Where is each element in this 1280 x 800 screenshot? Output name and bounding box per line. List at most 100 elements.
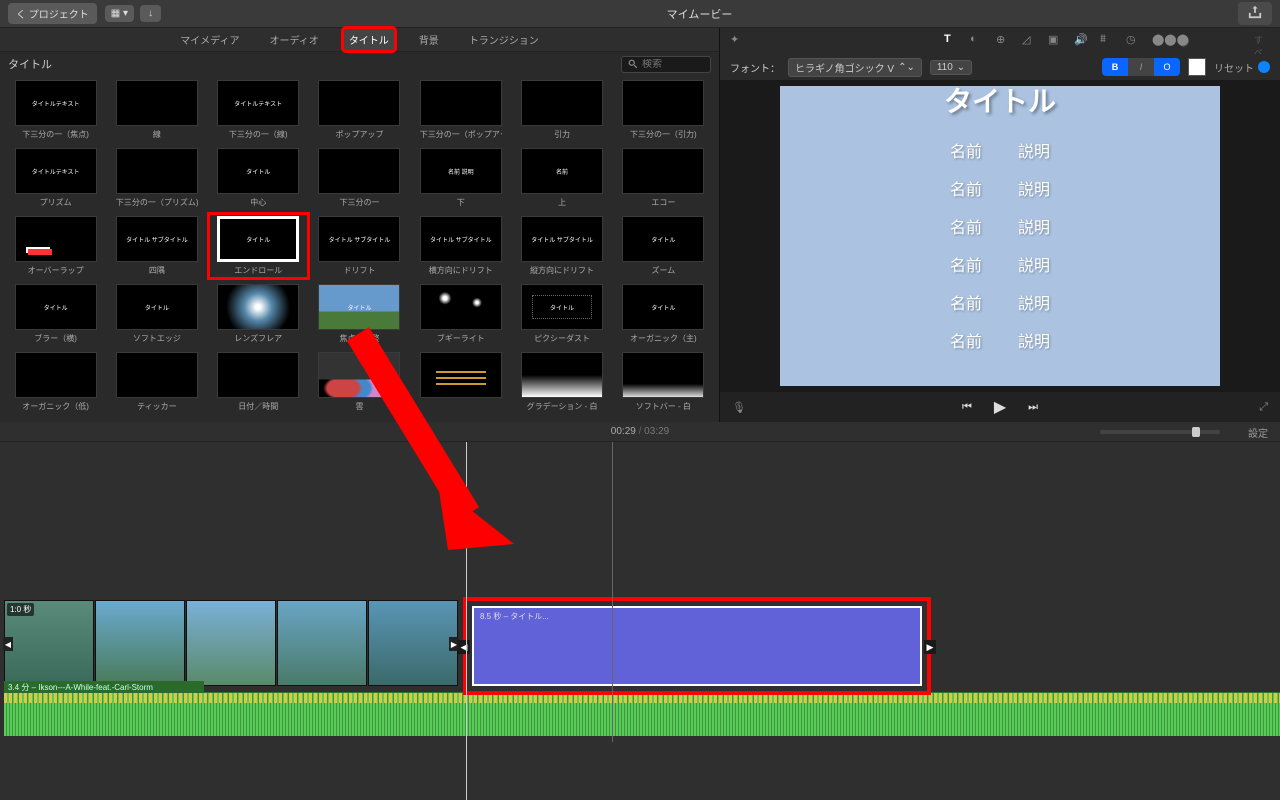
- playhead[interactable]: [466, 442, 467, 800]
- title-thumb-label: オーガニック（低): [22, 401, 89, 412]
- preview-viewer[interactable]: タイトル 名前説明名前説明名前説明名前説明名前説明名前説明: [720, 80, 1280, 392]
- media-tab-2[interactable]: タイトル: [343, 28, 395, 51]
- video-clip[interactable]: [95, 600, 185, 686]
- video-clip[interactable]: 1:0 秒 ◀: [4, 600, 94, 686]
- font-select[interactable]: ヒラギノ角ゴシック V⌃⌄: [788, 58, 922, 77]
- title-thumb-label: ソフトエッジ: [133, 333, 181, 344]
- video-clip[interactable]: [186, 600, 276, 686]
- audio-clip-label: 3.4 分 – Ikson---A-While-feat.-Carl-Storm: [4, 681, 204, 693]
- prev-button[interactable]: ⏮: [962, 401, 972, 414]
- title-thumb[interactable]: タイトルソフトエッジ: [109, 284, 204, 344]
- title-thumb-label: 下: [457, 197, 465, 208]
- title-thumb[interactable]: タイトルオーガニック（主): [616, 284, 711, 344]
- share-button[interactable]: [1238, 2, 1272, 25]
- font-size-select[interactable]: 110⌄: [930, 60, 972, 75]
- title-thumb-label: 日付／時間: [238, 401, 278, 412]
- zoom-slider[interactable]: [1100, 430, 1220, 434]
- media-tab-0[interactable]: マイメディア: [174, 28, 245, 51]
- title-thumb-label: 下三分の一（プリズム): [116, 197, 198, 208]
- timeline-settings[interactable]: 設定: [1248, 425, 1268, 440]
- voiceover-icon[interactable]: 🎙: [732, 401, 746, 414]
- credit-row: 名前説明: [950, 290, 1050, 314]
- search-input[interactable]: [642, 59, 702, 70]
- text-icon[interactable]: T: [944, 33, 960, 49]
- title-thumb[interactable]: グラデーション - 白: [514, 352, 609, 412]
- video-clip[interactable]: ▶: [368, 600, 458, 686]
- title-thumb[interactable]: タイトル サブタイトル四隅: [109, 216, 204, 276]
- video-clip[interactable]: [277, 600, 367, 686]
- fullscreen-icon[interactable]: ⤢: [1259, 401, 1268, 414]
- title-thumb[interactable]: オーバーラップ: [8, 216, 103, 276]
- title-thumb-label: ドリフト: [343, 265, 375, 276]
- info-icon[interactable]: ⓘ: [1178, 33, 1194, 49]
- title-clip[interactable]: 8.5 秒 – タイトル...: [472, 606, 922, 686]
- title-thumb[interactable]: タイトル サブタイトル横方向にドリフト: [413, 216, 508, 276]
- title-thumb[interactable]: ティッカー: [109, 352, 204, 412]
- title-thumb[interactable]: タイトルピクシーダスト: [514, 284, 609, 344]
- title-thumb[interactable]: タイトル サブタイトル縦方向にドリフト: [514, 216, 609, 276]
- play-button[interactable]: ▶: [994, 397, 1006, 417]
- speed-icon[interactable]: ◷: [1126, 33, 1142, 49]
- volume-icon[interactable]: 🔊: [1074, 33, 1090, 49]
- clip-handle-left[interactable]: ◀: [458, 640, 470, 654]
- title-thumb[interactable]: 下三分の一（プリズム): [109, 148, 204, 208]
- bold-button[interactable]: B: [1102, 58, 1128, 76]
- library-toggle[interactable]: ▦ ▾: [105, 5, 134, 22]
- reset-button[interactable]: リセット: [1214, 60, 1270, 75]
- title-thumb[interactable]: 引力: [514, 80, 609, 140]
- import-button[interactable]: ↓: [140, 5, 161, 22]
- title-thumb[interactable]: エコー: [616, 148, 711, 208]
- title-thumb[interactable]: 下三分の一: [312, 148, 407, 208]
- title-thumb[interactable]: [413, 352, 508, 412]
- outline-button[interactable]: O: [1154, 58, 1180, 76]
- title-thumb[interactable]: タイトル焦点を調整: [312, 284, 407, 344]
- title-thumb[interactable]: 線: [109, 80, 204, 140]
- title-thumb[interactable]: ブギーライト: [413, 284, 508, 344]
- title-thumb[interactable]: タイトルエンドロール: [211, 216, 306, 276]
- title-thumb[interactable]: レンズフレア: [211, 284, 306, 344]
- title-thumb[interactable]: タイトル中心: [211, 148, 306, 208]
- color-balance-icon[interactable]: ◐: [970, 33, 986, 49]
- title-thumb[interactable]: タイトルテキスト下三分の一（焦点): [8, 80, 103, 140]
- title-thumb[interactable]: ポップアップ: [312, 80, 407, 140]
- title-thumb[interactable]: 名前上: [514, 148, 609, 208]
- title-thumb-label: ティッカー: [137, 401, 177, 412]
- title-thumb[interactable]: 日付／時間: [211, 352, 306, 412]
- title-thumb[interactable]: 名前 説明下: [413, 148, 508, 208]
- search-box[interactable]: [621, 56, 711, 73]
- audio-track[interactable]: 3.4 分 – Ikson---A-While-feat.-Carl-Storm: [4, 692, 1280, 736]
- title-thumb-label: 引力: [554, 129, 570, 140]
- title-thumb[interactable]: 下三分の一（引力): [616, 80, 711, 140]
- crop-icon[interactable]: ◿: [1022, 33, 1038, 49]
- color-swatch[interactable]: [1188, 58, 1206, 76]
- title-thumb-label: 線: [153, 129, 161, 140]
- media-tab-1[interactable]: オーディオ: [264, 28, 325, 51]
- credit-row: 名前説明: [950, 252, 1050, 276]
- color-correction-icon[interactable]: ⊕: [996, 33, 1012, 49]
- title-thumb-label: オーバーラップ: [28, 265, 84, 276]
- title-thumb-label: オーガニック（主): [630, 333, 697, 344]
- stabilize-icon[interactable]: ▣: [1048, 33, 1064, 49]
- title-thumb[interactable]: 下三分の一（ポップアップ): [413, 80, 508, 140]
- next-button[interactable]: ⏭: [1028, 401, 1038, 414]
- title-thumb[interactable]: タイトルテキスト下三分の一（線): [211, 80, 306, 140]
- title-thumb[interactable]: ソフトバー - 白: [616, 352, 711, 412]
- title-thumb[interactable]: タイトルブラー（横): [8, 284, 103, 344]
- title-thumb[interactable]: タイトルズーム: [616, 216, 711, 276]
- media-tab-3[interactable]: 背景: [413, 28, 445, 51]
- title-thumb[interactable]: タイトル サブタイトルドリフト: [312, 216, 407, 276]
- title-thumb[interactable]: タイトルテキストプリズム: [8, 148, 103, 208]
- media-tab-4[interactable]: トランジション: [463, 28, 545, 51]
- back-button[interactable]: く プロジェクト: [8, 3, 97, 24]
- filter-icon[interactable]: ⬤⬤⬤: [1152, 33, 1168, 49]
- italic-button[interactable]: I: [1128, 58, 1154, 76]
- magic-wand-icon[interactable]: ✦: [730, 33, 746, 49]
- title-thumb-label: ソフトバー - 白: [636, 401, 691, 412]
- clip-handle-right[interactable]: ▶: [924, 640, 936, 654]
- title-clip-highlight: 8.5 秒 – タイトル... ◀ ▶: [466, 600, 928, 692]
- title-thumb[interactable]: オーガニック（低): [8, 352, 103, 412]
- title-thumb-label: 下三分の一（焦点): [22, 129, 89, 140]
- title-thumb[interactable]: 雲: [312, 352, 407, 412]
- video-track[interactable]: 1:0 秒 ◀ ▶: [4, 600, 458, 686]
- noise-reduction-icon[interactable]: ⩩: [1100, 33, 1116, 49]
